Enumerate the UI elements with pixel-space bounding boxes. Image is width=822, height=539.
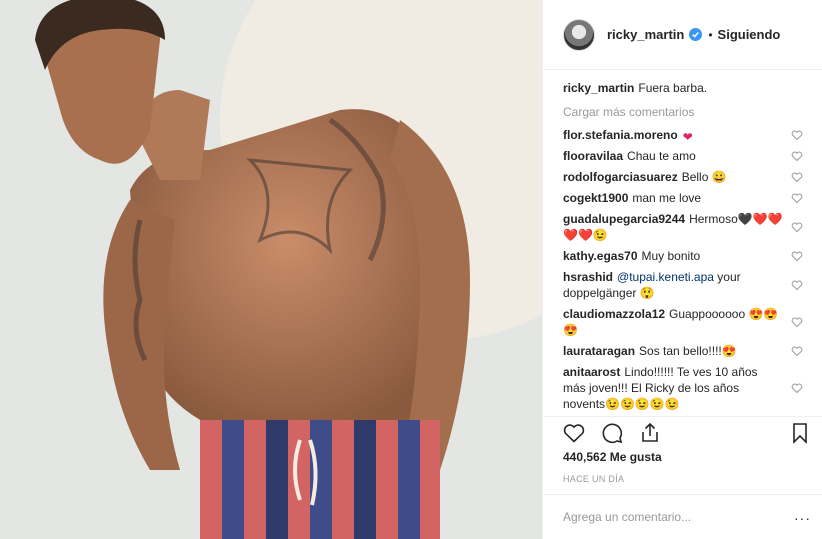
- small-heart-icon[interactable]: [791, 316, 803, 328]
- small-heart-icon[interactable]: [791, 279, 803, 291]
- comment-text: man me love: [632, 191, 702, 205]
- comment-emoji: 😉😉😉😉😉: [605, 397, 680, 411]
- more-options-button[interactable]: ···: [794, 510, 811, 526]
- small-heart-icon[interactable]: [791, 250, 803, 262]
- comment-emoji: 😀: [711, 170, 727, 184]
- comment-mention[interactable]: @tupai.keneti.apa: [617, 270, 714, 284]
- small-heart-icon[interactable]: [791, 171, 803, 183]
- comment-username[interactable]: guadalupegarcia9244: [563, 212, 685, 226]
- comment-username[interactable]: hsrashid: [563, 270, 613, 284]
- post-header: ricky_martin • Siguiendo: [543, 0, 822, 70]
- bookmark-icon[interactable]: [785, 421, 815, 445]
- comment-text: Chau te amo: [627, 149, 696, 163]
- small-heart-icon[interactable]: [791, 382, 803, 394]
- comment-username[interactable]: kathy.egas70: [563, 249, 638, 263]
- small-heart-icon[interactable]: [791, 345, 803, 357]
- small-heart-icon[interactable]: [791, 221, 803, 233]
- add-comment-bar: ···: [543, 494, 822, 539]
- comment-text: Bello: [681, 170, 709, 184]
- comment-item: rodolfogarciasuarez Bello 😀: [563, 169, 803, 190]
- comment-username[interactable]: rodolfogarciasuarez: [563, 170, 678, 184]
- separator-dot: •: [708, 27, 713, 42]
- comment-item: anitaarost Lindo!!!!!! Te ves 10 años más…: [563, 364, 803, 412]
- comment-username[interactable]: anitaarost: [563, 365, 620, 379]
- comment-text: Muy bonito: [641, 249, 701, 263]
- add-comment-input[interactable]: [563, 510, 773, 524]
- comment-item: cogekt1900 man me love: [563, 190, 803, 211]
- comment-username[interactable]: cogekt1900: [563, 191, 628, 205]
- post-photo[interactable]: [0, 0, 542, 539]
- following-button[interactable]: Siguiendo: [718, 27, 781, 42]
- instagram-post-view: ricky_martin • Siguiendo ricky_martin Fue…: [0, 0, 822, 539]
- heart-icon[interactable]: [559, 421, 589, 445]
- comments-list: ricky_martin Fuera barba. Cargar más come…: [543, 70, 822, 416]
- caption-text: Fuera barba.: [638, 81, 708, 95]
- small-heart-icon[interactable]: [791, 129, 803, 141]
- action-bar: [543, 416, 822, 446]
- username-link[interactable]: ricky_martin: [607, 27, 684, 42]
- small-heart-icon[interactable]: [791, 192, 803, 204]
- comment-emoji: ❤: [682, 130, 693, 144]
- comment-username[interactable]: laurataragan: [563, 344, 635, 358]
- load-more-comments[interactable]: Cargar más comentarios: [563, 104, 803, 120]
- share-icon[interactable]: [635, 421, 665, 445]
- post-caption: ricky_martin Fuera barba.: [563, 80, 803, 96]
- comment-item: guadalupegarcia9244 Hermoso🖤❤️❤️❤️❤️😉: [563, 211, 803, 248]
- photo-illustration: [0, 0, 542, 539]
- comment-item: laurataragan Sos tan bello!!!!😍: [563, 343, 803, 364]
- comment-item: claudiomazzola12 Guappoooooo 😍😍😍: [563, 306, 803, 343]
- comment-text: Hermoso: [689, 212, 738, 226]
- comment-item: hsrashid @tupai.keneti.apa your doppelgän…: [563, 269, 803, 306]
- comment-emoji: 😍: [721, 344, 737, 358]
- comment-username[interactable]: flooravilaa: [563, 149, 623, 163]
- comment-item: flooravilaa Chau te amo: [563, 148, 803, 169]
- avatar[interactable]: [563, 18, 595, 51]
- verified-badge-icon: [689, 28, 703, 41]
- post-timestamp: HACE UN DÍA: [563, 474, 625, 484]
- comment-item: kathy.egas70 Muy bonito: [563, 248, 803, 269]
- likes-count[interactable]: 440,562 Me gusta: [563, 450, 662, 464]
- comment-username[interactable]: claudiomazzola12: [563, 307, 665, 321]
- comment-item: flor.stefania.moreno ❤: [563, 127, 803, 148]
- comment-text: Sos tan bello!!!!: [639, 344, 722, 358]
- caption-username[interactable]: ricky_martin: [563, 81, 634, 95]
- comment-username[interactable]: flor.stefania.moreno: [563, 128, 678, 142]
- comment-text: Guappoooooo: [669, 307, 746, 321]
- comment-emoji: 😲: [639, 286, 655, 300]
- comment-icon[interactable]: [597, 421, 627, 445]
- small-heart-icon[interactable]: [791, 150, 803, 162]
- post-side-panel: ricky_martin • Siguiendo ricky_martin Fue…: [542, 0, 822, 539]
